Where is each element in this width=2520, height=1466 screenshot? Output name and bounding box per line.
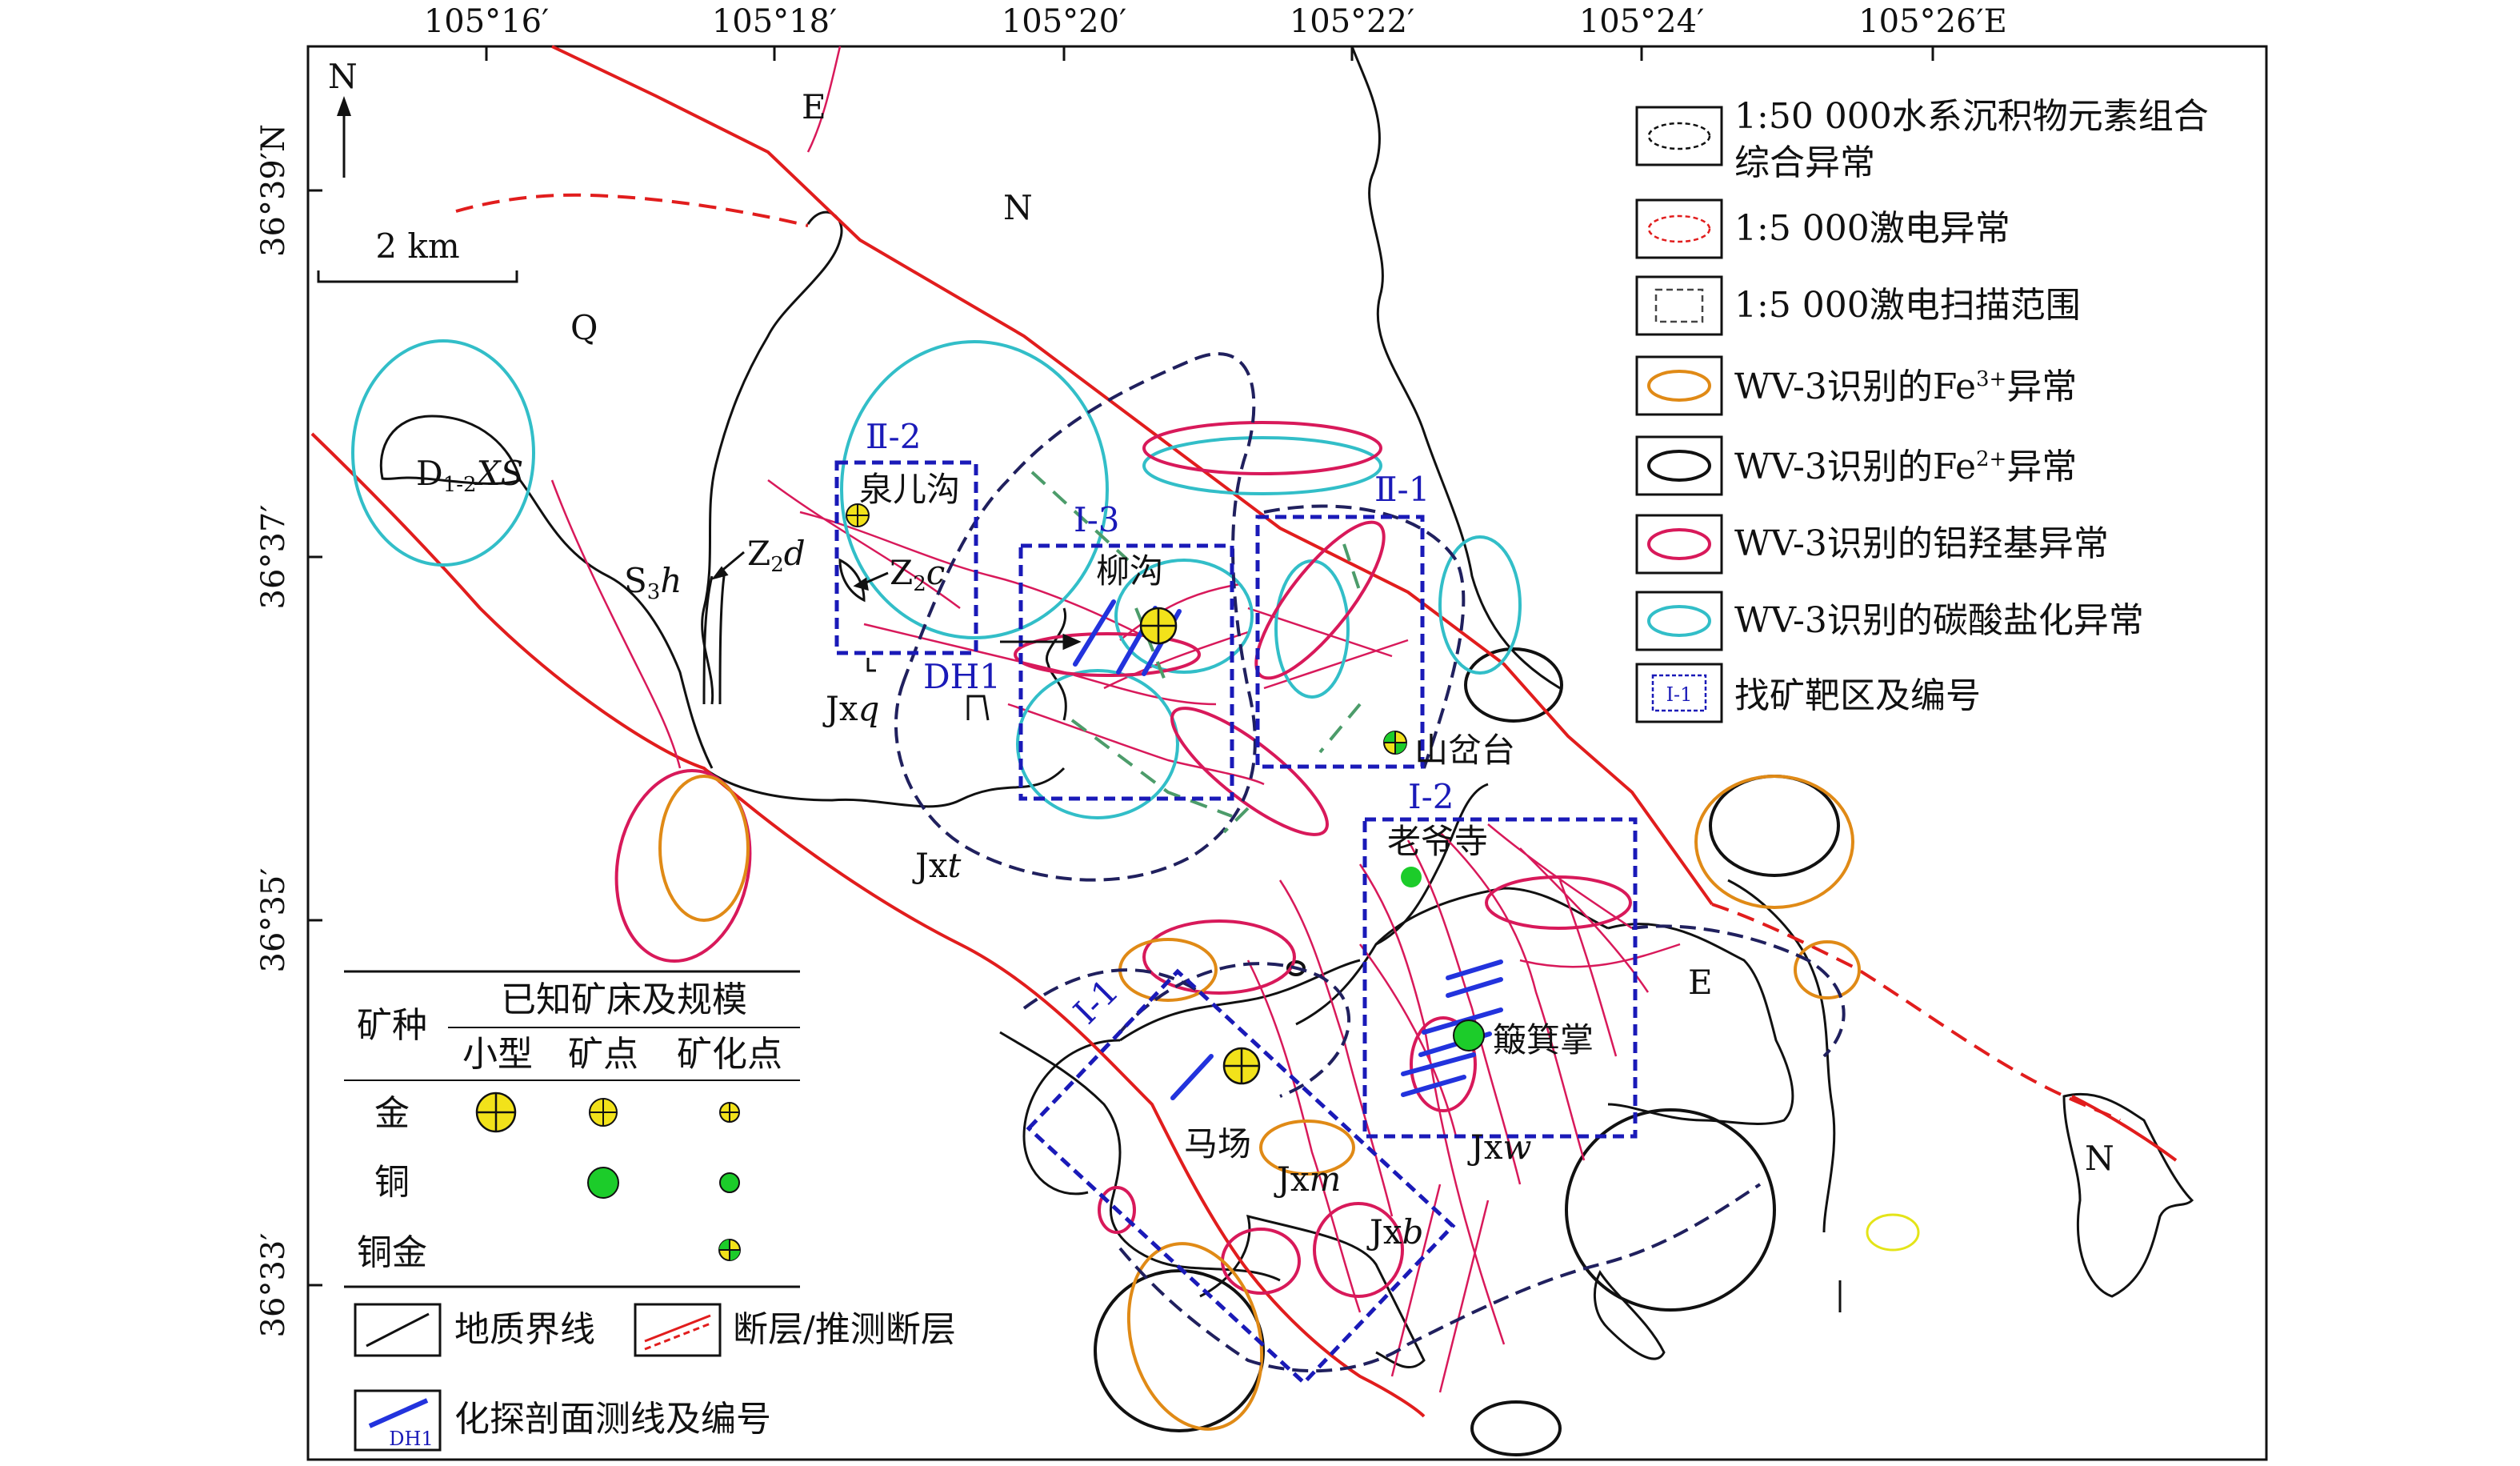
table-row-copper-gold: 铜金 [357,1232,427,1273]
latitude-ticks [308,189,322,1287]
place-shanpentai: 山岔台 [1414,731,1515,770]
label-q: Q [570,308,598,347]
scale-bar-label: 2 km [375,226,459,266]
place-quanergou: 泉儿沟 [859,470,960,509]
geological-map: 105°16′ 105°18′ 105°20′ 105°22′ 105°24′ … [255,3,2268,1461]
label-jxb: Jxb [1366,1212,1423,1252]
table-sub-small: 小型 [462,1034,533,1075]
target-label-ii1: Ⅱ-1 [1374,470,1430,509]
legend-stream-sediment-line1: 1:50 000水系沉积物元素组合 [1734,96,2209,137]
label-z2c: Z2c [890,553,945,596]
label-s3h: S3h [624,561,682,604]
legend-fe2: WV-3识别的Fe2+异常 [1734,447,2077,487]
target-label-i2: Ⅰ-2 [1408,777,1454,816]
label-jxt: Jxt [912,846,962,885]
target-label-i3: Ⅰ-3 [1074,500,1120,539]
table-row-gold: 金 [374,1093,410,1134]
place-bojizhang: 簸箕掌 [1493,1020,1594,1059]
lon-tick-2: 105°18′ [712,3,837,40]
anomaly-legend: 1:50 000水系沉积物元素组合 综合异常 1:5 000激电异常 1:5 0… [1635,96,2209,723]
table-sub-occurrence: 矿点 [568,1034,638,1075]
lon-tick-4: 105°22′ [1290,3,1414,40]
table-gold-mineralization-icon [719,1102,740,1123]
lon-tick-3: 105°20′ [1002,3,1126,40]
place-laoyesi: 老爷寺 [1387,822,1488,861]
table-row-copper: 铜 [374,1162,410,1203]
copper-mineralization-icon [1401,867,1422,887]
north-arrow-icon [337,96,351,178]
label-e-right: E [1688,963,1713,1002]
table-sub-mineralization: 矿化点 [677,1034,782,1075]
legend-stream-sediment-line2: 综合异常 [1734,142,1875,183]
yellow-anomaly [1866,1213,1920,1252]
label-d12xs: D1-2XS [416,454,523,497]
table-copper-mineralization-icon [719,1172,740,1193]
table-gold-occurrence-icon [589,1098,618,1127]
line-legend: 地质界线 断层/推测断层 DH1 化探剖面测线及编号 [344,1290,956,1458]
label-jxq: Jxq [822,689,879,728]
legend-carbonate: WV-3识别的碳酸盐化异常 [1734,600,2144,641]
lon-tick-5: 105°24′ [1579,3,1704,40]
label-n-top: N [1003,188,1033,227]
deposit-table: 矿种 已知矿床及规模 小型 矿点 矿化点 金 铜 铜金 [344,968,800,1288]
place-liugou: 柳沟 [1096,551,1163,591]
table-copper-occurrence-icon [587,1167,619,1199]
lon-tick-1: 105°16′ [424,3,549,40]
table-gold-small-icon [475,1091,517,1133]
legend-ip-anomaly: 1:5 000激电异常 [1734,208,2010,249]
label-jxw: Jxw [1467,1128,1532,1167]
table-copper-gold-mineralization-icon [718,1239,741,1261]
legend-ip-scan: 1:5 000激电扫描范围 [1734,285,2081,326]
legend-fault: 断层/推测断层 [733,1309,956,1350]
legend-ip-scan-icon [1635,275,1723,336]
profile-label-dh1: DH1 [923,657,1001,696]
legend-profile: 化探剖面测线及编号 [454,1399,771,1440]
legend-geo-boundary: 地质界线 [454,1309,595,1350]
label-z2d: Z2d [747,534,806,577]
scale-bar [317,270,518,283]
copper-occurrence-icon [1453,1019,1485,1051]
lon-tick-6: 105°26′E [1858,3,2007,40]
legend-target: 找矿靶区及编号 [1734,675,1981,716]
longitude-ticks [485,46,1934,61]
legend-alhydroxyl: WV-3识别的铝羟基异常 [1734,523,2109,564]
table-col-scale: 已知矿床及规模 [501,979,747,1020]
legend-fe3: WV-3识别的Fe3+异常 [1734,366,2077,407]
target-label-ii2: Ⅱ-2 [866,417,921,456]
label-n-right: N [2085,1139,2114,1178]
north-arrow-label: N [328,57,358,96]
legend-profile-icon-label: DH1 [389,1428,433,1450]
legend-target-icon-label: Ⅰ-1 [1666,683,1693,706]
lat-tick-3: 36°35′ [255,868,292,973]
lat-tick-4: 36°33′ [255,1233,292,1338]
table-col-mineral: 矿种 [357,1005,427,1046]
copper-gold-mineralization-icon [1383,731,1407,755]
gold-small-deposit-icon [1139,607,1178,645]
label-jxm: Jxm [1274,1160,1341,1199]
lat-tick-1: 36°39′N [255,124,292,257]
gold-small-deposit-icon [1222,1047,1261,1085]
label-e-top: E [802,87,826,126]
place-machang: 马场 [1184,1124,1251,1164]
lat-tick-2: 36°37′ [255,505,292,610]
